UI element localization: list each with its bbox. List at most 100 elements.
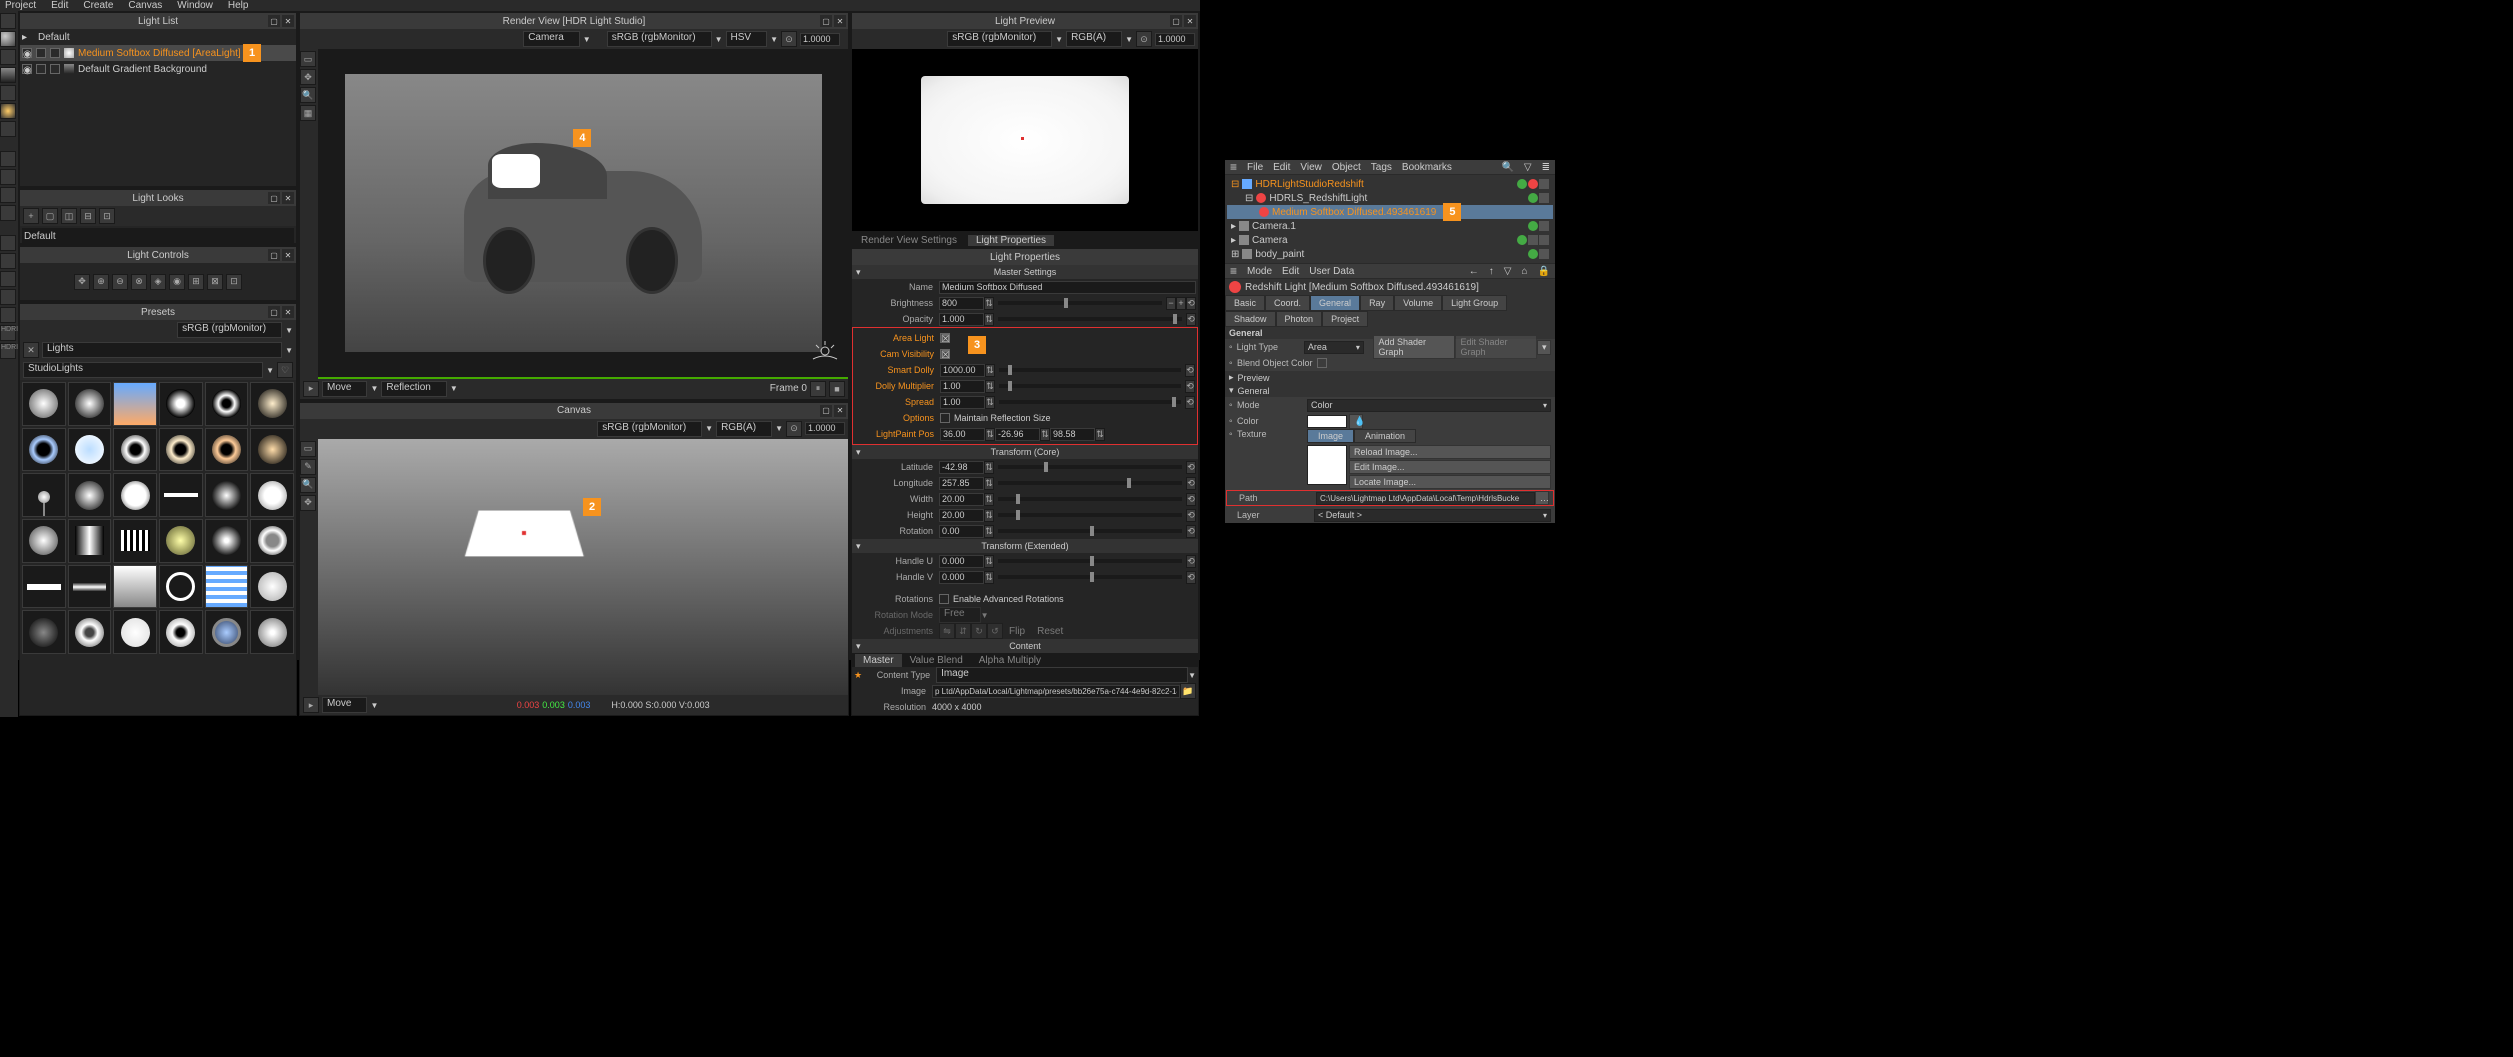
nav-filter-icon[interactable]: ▽ — [1504, 266, 1512, 277]
tag-icon[interactable] — [1539, 235, 1549, 245]
tool-hdri2[interactable]: HDRI — [0, 343, 16, 359]
ctrl-btn8[interactable]: ⊠ — [207, 274, 223, 290]
light-type-dropdown[interactable]: Area▾ — [1304, 341, 1364, 354]
preset-item[interactable] — [205, 382, 249, 426]
edit-image-button[interactable]: Edit Image... — [1349, 460, 1551, 474]
tree-row-softbox[interactable]: Medium Softbox Diffused.493461619 5 — [1227, 205, 1553, 219]
canvas-exposure-value[interactable]: 1.0000 — [805, 422, 845, 435]
ctrl-btn9[interactable]: ⊡ — [226, 274, 242, 290]
menu-edit[interactable]: Edit — [51, 0, 68, 11]
section-transform-core[interactable]: ▾Transform (Core) — [852, 445, 1198, 459]
exposure-icon[interactable]: ⊙ — [781, 31, 797, 47]
c4d-menu-bookmarks[interactable]: Bookmarks — [1402, 162, 1452, 173]
render-viewport[interactable]: 4 — [318, 49, 848, 379]
preset-item[interactable] — [113, 428, 157, 472]
menu-create[interactable]: Create — [83, 0, 113, 11]
height-input[interactable] — [939, 509, 984, 522]
spinner-icon[interactable]: ⇅ — [984, 313, 994, 326]
spinner-icon[interactable]: ⇅ — [985, 396, 995, 409]
lpaint-x-input[interactable] — [940, 428, 985, 441]
tree-row-camera1[interactable]: ▸Camera.1 — [1227, 219, 1553, 233]
cv-tool-dropdown[interactable]: Move — [322, 697, 367, 713]
section-preview[interactable]: ▸Preview — [1225, 371, 1555, 384]
preset-item[interactable] — [159, 565, 203, 609]
tool-layers2[interactable] — [0, 169, 16, 185]
undock-icon[interactable]: ▢ — [268, 249, 280, 261]
preset-item[interactable] — [68, 610, 112, 654]
reset-icon[interactable]: ⟲ — [1185, 364, 1195, 377]
tree-row-bodypaint[interactable]: ⊞body_paint — [1227, 247, 1553, 261]
ctrl-btn2[interactable]: ⊕ — [93, 274, 109, 290]
preset-item[interactable] — [22, 610, 66, 654]
tab-alpha-multiply[interactable]: Alpha Multiply — [971, 654, 1049, 667]
enable-tag[interactable] — [1528, 193, 1538, 203]
preset-item[interactable] — [113, 610, 157, 654]
opacity-slider[interactable] — [998, 317, 1182, 321]
ctrl-btn7[interactable]: ⊞ — [188, 274, 204, 290]
canvas-viewport[interactable]: 2 — [318, 439, 848, 695]
spinner-icon[interactable]: ⇅ — [1040, 428, 1050, 441]
section-transform-ext[interactable]: ▾Transform (Extended) — [852, 539, 1198, 553]
height-slider[interactable] — [998, 513, 1182, 517]
tag-icon[interactable] — [1539, 193, 1549, 203]
tool-preset1[interactable] — [0, 235, 16, 251]
undock-icon[interactable]: ▢ — [268, 15, 280, 27]
close-icon[interactable]: ✕ — [282, 192, 294, 204]
preset-item[interactable] — [159, 610, 203, 654]
reset-icon[interactable]: ⟲ — [1186, 493, 1196, 506]
rv-tool-zoom[interactable]: 🔍 — [300, 87, 316, 103]
visible-checkbox[interactable]: ◉ — [22, 48, 32, 58]
tab-render-settings[interactable]: Render View Settings — [853, 235, 965, 246]
c4d-menu-tags[interactable]: Tags — [1371, 162, 1392, 173]
spinner-icon[interactable]: ⇅ — [984, 555, 994, 568]
undock-icon[interactable]: ▢ — [820, 15, 832, 27]
cv-tool-pan[interactable]: ✥ — [300, 495, 316, 511]
opacity-input[interactable] — [939, 313, 984, 326]
layer-dropdown[interactable]: < Default >▾ — [1314, 509, 1551, 522]
menu-help[interactable]: Help — [228, 0, 249, 11]
longitude-slider[interactable] — [998, 481, 1182, 485]
preset-item[interactable] — [205, 519, 249, 563]
tool-gradient[interactable] — [0, 67, 16, 83]
shader-menu-button[interactable]: ▾ — [1537, 340, 1551, 355]
nav-home-icon[interactable]: ⌂ — [1522, 266, 1528, 277]
c4d-attr-edit[interactable]: Edit — [1282, 266, 1299, 277]
fav-heart-icon[interactable]: ♡ — [277, 362, 293, 378]
solo-checkbox[interactable] — [36, 64, 46, 74]
rv-pause-icon[interactable]: ⏸ — [810, 381, 826, 397]
preset-item[interactable] — [159, 473, 203, 517]
preset-item[interactable] — [250, 519, 294, 563]
handle-u-slider[interactable] — [998, 559, 1182, 563]
cv-tool-brush[interactable]: ✎ — [300, 459, 316, 475]
colorspace-dropdown[interactable]: sRGB (rgbMonitor) — [607, 31, 712, 47]
tool-square[interactable] — [0, 49, 16, 65]
close-icon[interactable]: ✕ — [282, 306, 294, 318]
tool-preset4[interactable] — [0, 289, 16, 305]
reset-icon[interactable]: ⟲ — [1186, 571, 1196, 584]
cam-vis-checkbox[interactable]: ☒ — [940, 349, 950, 359]
close-icon[interactable]: ✕ — [1184, 15, 1196, 27]
preset-item[interactable] — [22, 428, 66, 472]
light-item-1[interactable]: ◉ Medium Softbox Diffused [AreaLight] 1 — [20, 45, 296, 61]
tool-sun[interactable] — [0, 103, 16, 119]
reset-icon[interactable]: ⟲ — [1185, 380, 1195, 393]
handle-u-input[interactable] — [939, 555, 984, 568]
default-header-row[interactable]: ▸ Default — [20, 29, 296, 45]
tab-general[interactable]: General — [1310, 295, 1360, 311]
c4d-menu-icon[interactable]: ≡ — [1230, 160, 1237, 174]
enable-tag[interactable] — [1517, 179, 1527, 189]
rv-tool-dropdown[interactable]: Move — [322, 381, 367, 397]
c4d-menu-object[interactable]: Object — [1332, 162, 1361, 173]
enable-tag[interactable] — [1517, 235, 1527, 245]
preset-item[interactable] — [113, 382, 157, 426]
reset-icon[interactable]: ⟲ — [1186, 509, 1196, 522]
preset-item[interactable] — [159, 382, 203, 426]
lpaint-z-input[interactable] — [1050, 428, 1095, 441]
tool-layers4[interactable] — [0, 205, 16, 221]
preset-item[interactable] — [159, 428, 203, 472]
preset-item[interactable] — [68, 473, 112, 517]
enable-tag[interactable] — [1528, 249, 1538, 259]
name-input[interactable] — [939, 281, 1196, 294]
smart-dolly-input[interactable] — [940, 364, 985, 377]
tool-picker[interactable] — [0, 85, 16, 101]
